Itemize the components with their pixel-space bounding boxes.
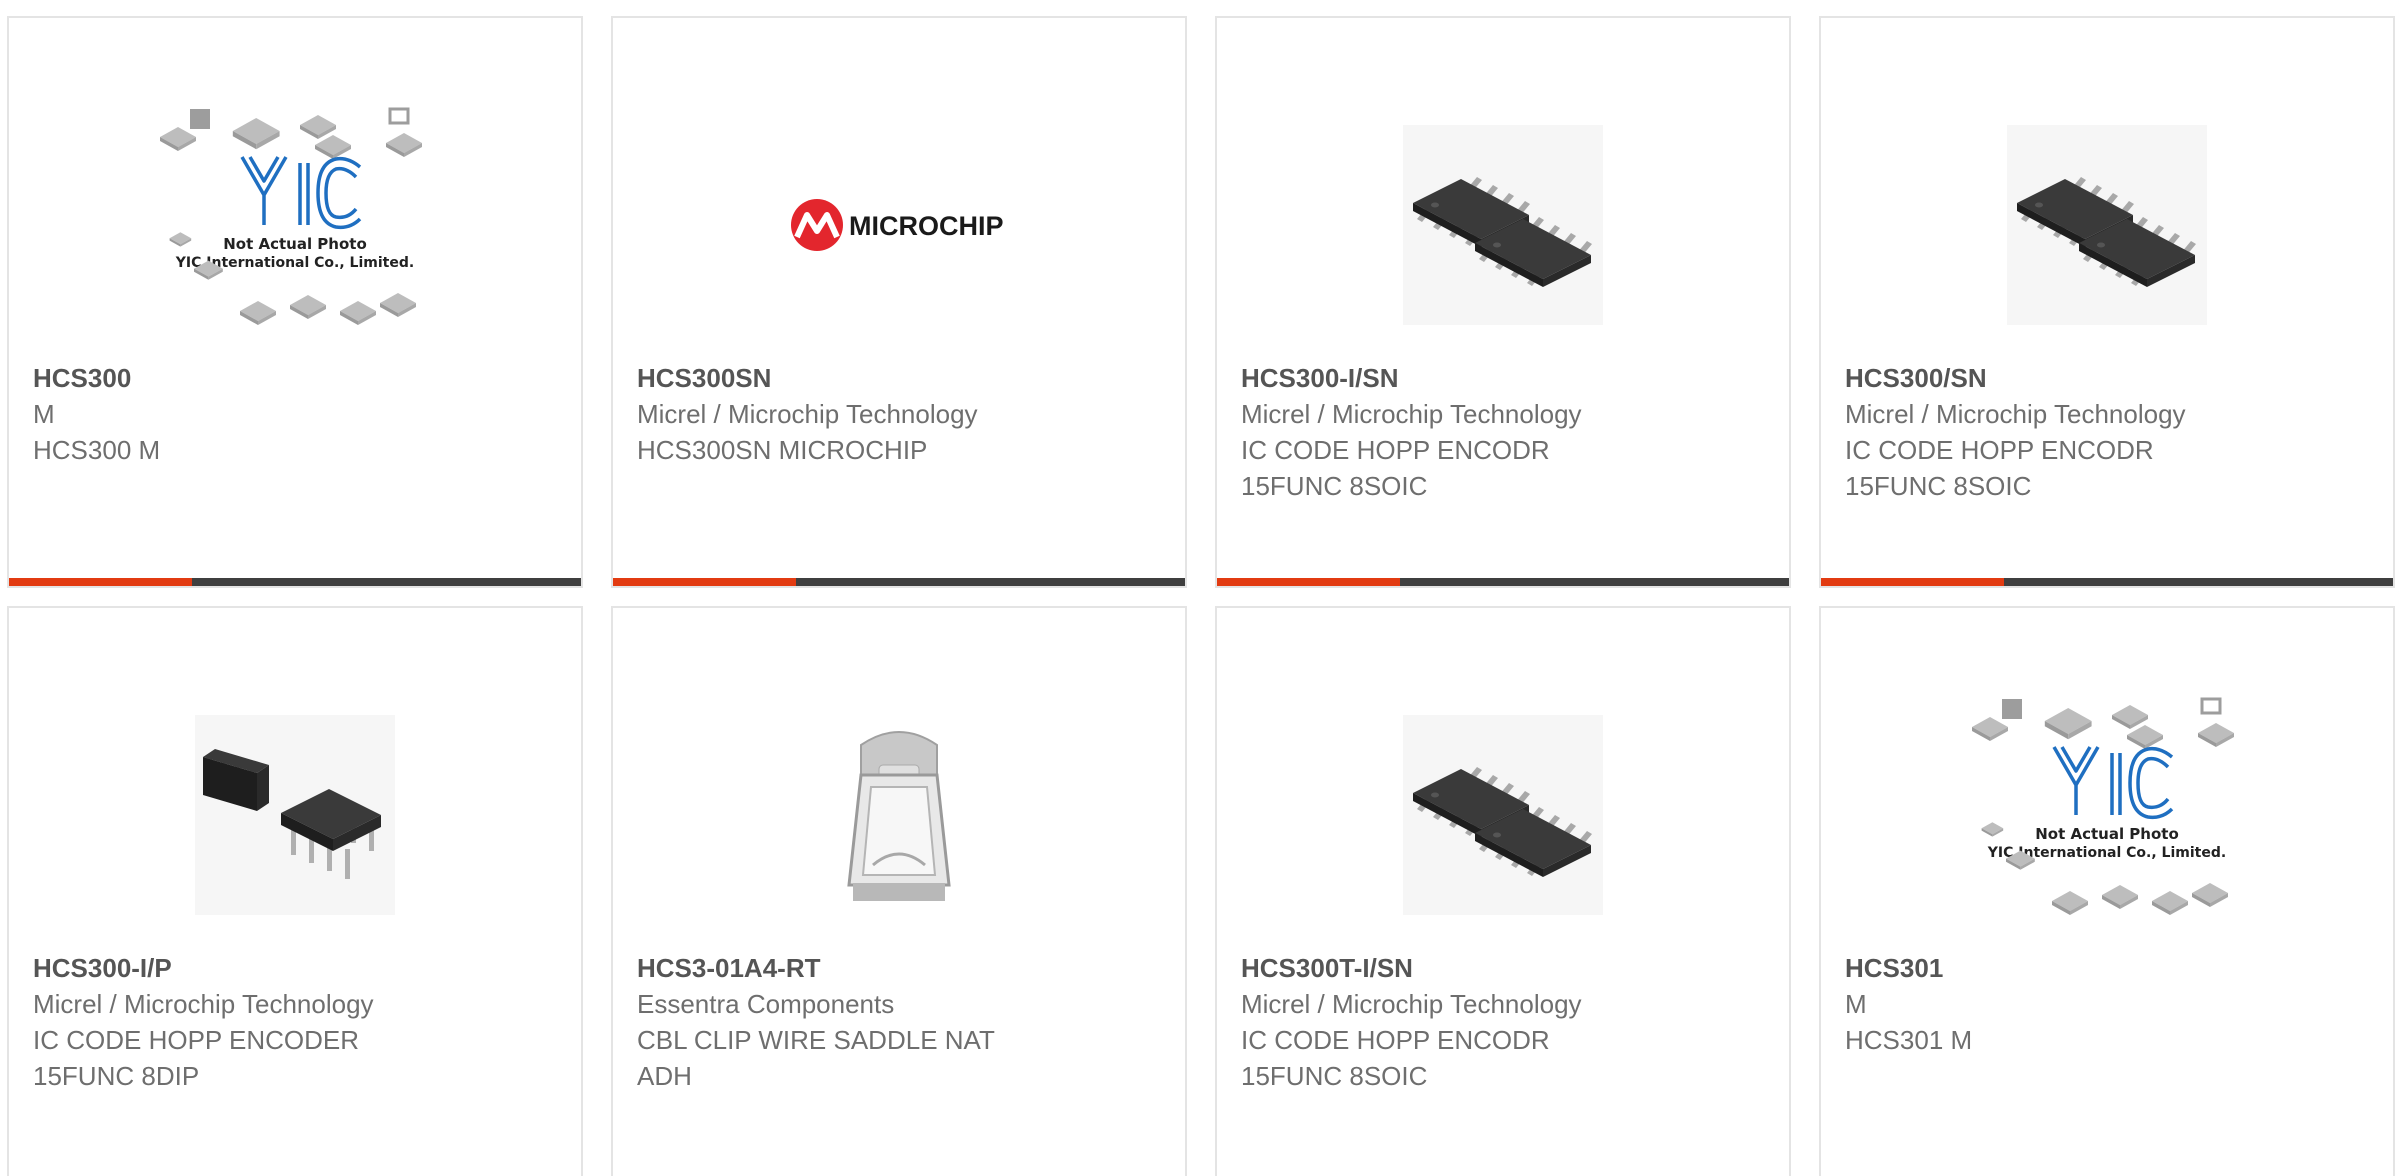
- soic8-chip-icon: [2007, 125, 2207, 325]
- soic8-chip-icon: [1403, 125, 1603, 325]
- placeholder-line1: Not Actual Photo: [2035, 825, 2179, 843]
- description: IC CODE HOPP ENCODR 15FUNC 8SOIC: [1845, 435, 2154, 501]
- card-bottom-bar: [613, 578, 1185, 586]
- manufacturer: M: [33, 399, 55, 429]
- description: CBL CLIP WIRE SADDLE NAT ADH: [637, 1025, 995, 1091]
- part-number[interactable]: HCS300-I/P: [33, 950, 565, 986]
- product-image: [613, 670, 1185, 960]
- product-image: MICROCHIP: [613, 80, 1185, 370]
- description: HCS301 M: [1845, 1025, 1973, 1055]
- product-image: [1217, 670, 1789, 960]
- manufacturer: Micrel / Microchip Technology: [1241, 989, 1582, 1019]
- description: IC CODE HOPP ENCODR 15FUNC 8SOIC: [1241, 435, 1550, 501]
- card-bottom-bar: [1217, 578, 1789, 586]
- product-card[interactable]: MICROCHIP HCS300SN Micrel / Microchip Te…: [611, 16, 1187, 588]
- product-card[interactable]: HCS300-I/P Micrel / Microchip Technology…: [7, 606, 583, 1176]
- card-bottom-bar: [9, 578, 581, 586]
- description: HCS300SN MICROCHIP: [637, 435, 928, 465]
- placeholder-line1: Not Actual Photo: [223, 235, 367, 253]
- description: IC CODE HOPP ENCODR 15FUNC 8SOIC: [1241, 1025, 1550, 1091]
- product-card[interactable]: HCS300/SN Micrel / Microchip Technology …: [1819, 16, 2395, 588]
- part-number[interactable]: HCS301: [1845, 950, 2377, 986]
- placeholder-photo-icon: Not Actual Photo YIC International Co., …: [1972, 697, 2234, 915]
- product-card[interactable]: HCS300T-I/SN Micrel / Microchip Technolo…: [1215, 606, 1791, 1176]
- product-image: [1217, 80, 1789, 370]
- part-number[interactable]: HCS300T-I/SN: [1241, 950, 1773, 986]
- dip8-chip-icon: [195, 715, 395, 915]
- part-number[interactable]: HCS300SN: [637, 360, 1169, 396]
- description: HCS300 M: [33, 435, 161, 465]
- manufacturer: Essentra Components: [637, 989, 895, 1019]
- part-number[interactable]: HCS300/SN: [1845, 360, 2377, 396]
- microchip-logo-icon: MICROCHIP: [791, 199, 1004, 251]
- manufacturer: Micrel / Microchip Technology: [33, 989, 374, 1019]
- soic8-chip-icon: [1403, 715, 1603, 915]
- manufacturer: Micrel / Microchip Technology: [1241, 399, 1582, 429]
- manufacturer: Micrel / Microchip Technology: [1845, 399, 2186, 429]
- product-card[interactable]: HCS3-01A4-RT Essentra Components CBL CLI…: [611, 606, 1187, 1176]
- product-image: Not Actual Photo YIC International Co., …: [9, 80, 581, 370]
- product-card[interactable]: Not Actual Photo YIC International Co., …: [7, 16, 583, 588]
- part-number[interactable]: HCS300: [33, 360, 565, 396]
- part-number[interactable]: HCS3-01A4-RT: [637, 950, 1169, 986]
- description: IC CODE HOPP ENCODER 15FUNC 8DIP: [33, 1025, 360, 1091]
- part-number[interactable]: HCS300-I/SN: [1241, 360, 1773, 396]
- product-image: [1821, 80, 2393, 370]
- card-bottom-bar: [1821, 578, 2393, 586]
- placeholder-photo-icon: Not Actual Photo YIC International Co., …: [160, 107, 422, 325]
- manufacturer: Micrel / Microchip Technology: [637, 399, 978, 429]
- cable-clip-icon: [847, 731, 951, 901]
- product-card[interactable]: Not Actual Photo YIC International Co., …: [1819, 606, 2395, 1176]
- product-card[interactable]: HCS300-I/SN Micrel / Microchip Technolog…: [1215, 16, 1791, 588]
- product-image: Not Actual Photo YIC International Co., …: [1821, 670, 2393, 960]
- product-image: [9, 670, 581, 960]
- logo-text: MICROCHIP: [849, 211, 1004, 241]
- product-grid: Not Actual Photo YIC International Co., …: [0, 0, 2400, 1176]
- manufacturer: M: [1845, 989, 1867, 1019]
